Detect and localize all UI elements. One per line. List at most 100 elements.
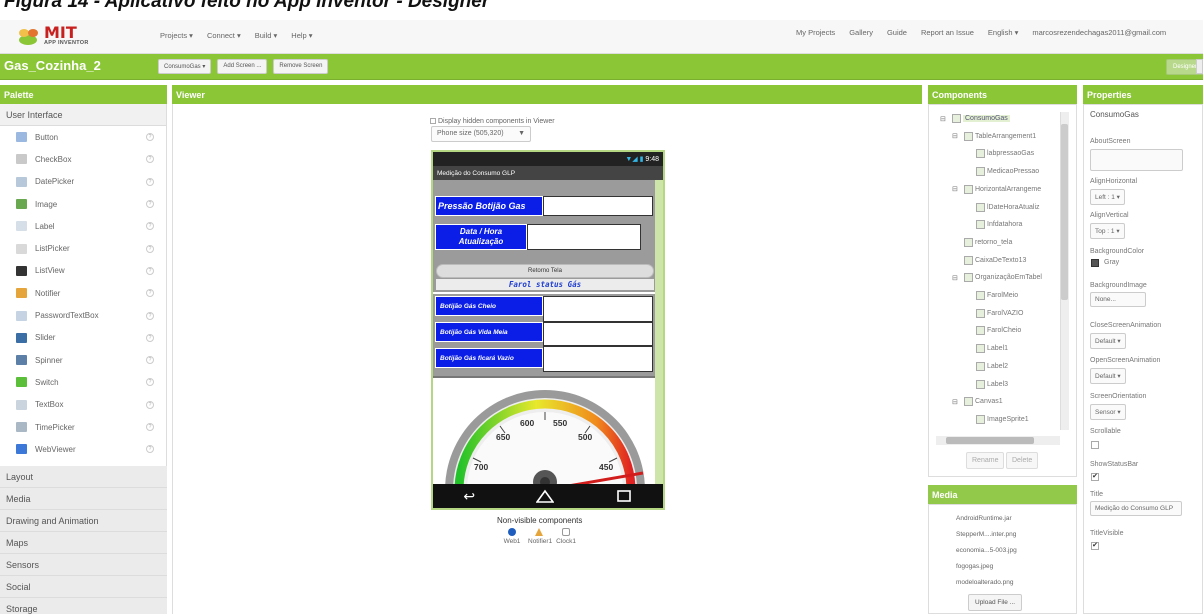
delete-button[interactable]: Delete <box>1006 452 1039 469</box>
rename-button[interactable]: Rename <box>966 452 1005 469</box>
help-icon[interactable]: ? <box>146 333 154 342</box>
palette-item-textbox[interactable]: TextBox? <box>0 394 166 416</box>
collapse-icon[interactable]: ⊟ <box>952 132 958 140</box>
tree-node[interactable]: FarolCheio <box>976 326 1021 336</box>
tree-node[interactable]: labpressaoGas <box>976 149 1034 159</box>
palette-item-image[interactable]: Image? <box>0 193 166 215</box>
report-issue-link[interactable]: Report an Issue <box>921 28 974 37</box>
category-maps[interactable]: Maps <box>0 532 167 554</box>
palette-item-checkbox[interactable]: CheckBox? <box>0 148 166 170</box>
help-icon[interactable]: ? <box>146 423 154 431</box>
media-file[interactable]: StepperM....inter.png <box>956 531 1016 538</box>
display-hidden-checkbox[interactable]: Display hidden components in Viewer <box>430 118 555 125</box>
retorno-tela-button[interactable]: Retorno Tela <box>436 264 654 278</box>
tree-hscroll-thumb[interactable] <box>946 437 1034 444</box>
category-layout[interactable]: Layout <box>0 466 167 488</box>
palette-item-slider[interactable]: Slider? <box>0 327 166 349</box>
full-status-light[interactable] <box>543 296 653 322</box>
palette-item-timepicker[interactable]: TimePicker? <box>0 416 166 438</box>
tree-node[interactable]: ⊟ Canvas1 <box>952 397 1003 407</box>
tree-node[interactable]: lDateHoraAtualiz <box>976 202 1040 212</box>
title-visible-checkbox[interactable]: ✔ <box>1091 542 1099 550</box>
tree-node[interactable]: Label1 <box>976 344 1008 354</box>
language-menu[interactable]: English ▾ <box>988 28 1018 37</box>
media-file[interactable]: AndroidRuntime.jar <box>956 515 1012 522</box>
collapse-icon[interactable]: ⊟ <box>952 185 958 193</box>
pressure-value[interactable] <box>543 196 653 216</box>
guide-link[interactable]: Guide <box>887 28 907 37</box>
help-icon[interactable]: ? <box>146 445 154 454</box>
add-screen-button[interactable]: Add Screen ... <box>217 59 268 74</box>
half-status-light[interactable] <box>543 322 653 346</box>
tree-node[interactable]: retorno_tela <box>964 237 1012 247</box>
background-color-swatch[interactable] <box>1091 259 1099 267</box>
build-menu[interactable]: Build ▾ <box>255 31 278 40</box>
notifier1-component[interactable]: Notifier1 <box>528 528 552 545</box>
tree-node[interactable]: Label3 <box>976 379 1008 389</box>
category-user-interface[interactable]: User Interface <box>0 104 166 126</box>
projects-menu[interactable]: Projects ▾ <box>160 31 193 40</box>
palette-item-listpicker[interactable]: ListPicker? <box>0 237 166 259</box>
half-status-label[interactable]: Botijão Gás Vida Meia <box>435 322 543 342</box>
back-icon[interactable]: ↩ <box>463 488 475 505</box>
help-icon[interactable]: ? <box>146 222 154 231</box>
help-icon[interactable]: ? <box>146 177 154 186</box>
phone-size-select[interactable]: Phone size (505,320) ▼ <box>431 126 531 142</box>
web1-component[interactable]: Web1 <box>501 528 523 545</box>
category-drawing-and-animation[interactable]: Drawing and Animation <box>0 510 167 532</box>
help-icon[interactable]: ? <box>146 311 154 320</box>
screen-dropdown[interactable]: ConsumoGas ▾ <box>158 59 212 74</box>
category-storage[interactable]: Storage <box>0 598 167 614</box>
help-icon[interactable]: ? <box>146 378 154 387</box>
category-media[interactable]: Media <box>0 488 167 510</box>
align-horizontal-select[interactable]: Left : 1 ▾ <box>1090 189 1125 205</box>
tree-node[interactable]: ⊟ OrganizaçãoEmTabel <box>952 273 1042 283</box>
palette-item-notifier[interactable]: Notifier? <box>0 282 166 304</box>
help-menu[interactable]: Help ▾ <box>291 31 312 40</box>
remove-screen-button[interactable]: Remove Screen <box>273 59 329 74</box>
pressure-label[interactable]: Pressão Botijão Gas <box>435 196 543 216</box>
upload-file-button[interactable]: Upload File ... <box>968 594 1023 611</box>
tree-scroll-thumb[interactable] <box>1061 124 1068 300</box>
home-icon[interactable] <box>535 489 554 503</box>
datetime-value[interactable] <box>527 224 641 250</box>
canvas-gauge[interactable]: 600 550 650 500 700 450 <box>433 376 663 486</box>
palette-item-passwordtextbox[interactable]: PasswordTextBox? <box>0 304 166 326</box>
help-icon[interactable]: ? <box>146 200 154 209</box>
help-icon[interactable]: ? <box>146 400 154 409</box>
blocks-button[interactable] <box>1196 59 1203 74</box>
media-file[interactable]: fogogas.jpeg <box>956 563 993 570</box>
tree-node[interactable]: FarolVAZIO <box>976 308 1023 318</box>
tree-node[interactable]: ⊟ HorizontalArrangeme <box>952 184 1041 194</box>
datetime-label[interactable]: Data / Hora Atualização <box>435 224 527 250</box>
collapse-icon[interactable]: ⊟ <box>952 398 958 406</box>
help-icon[interactable]: ? <box>146 133 154 142</box>
scrollable-checkbox[interactable] <box>1091 441 1099 449</box>
palette-item-label[interactable]: Label? <box>0 215 166 237</box>
palette-item-listview[interactable]: ListView? <box>0 260 166 282</box>
about-screen-input[interactable] <box>1090 149 1183 171</box>
empty-status-label[interactable]: Botijão Gás ficará Vazio <box>435 348 543 368</box>
tree-node[interactable]: Infdatahora <box>976 220 1022 230</box>
app-inventor-logo[interactable]: MIT APP INVENTOR <box>16 23 126 50</box>
tree-node[interactable]: MedicaoPressao <box>976 167 1039 177</box>
palette-item-datepicker[interactable]: DatePicker? <box>0 171 166 193</box>
collapse-icon[interactable]: ⊟ <box>952 274 958 282</box>
tree-node[interactable]: CaixaDeTexto13 <box>964 255 1026 265</box>
palette-item-webviewer[interactable]: WebViewer? <box>0 438 166 460</box>
help-icon[interactable]: ? <box>146 289 154 298</box>
help-icon[interactable]: ? <box>146 356 154 365</box>
account-email[interactable]: marcosrezendechagas2011@gmail.com <box>1032 28 1166 37</box>
category-social[interactable]: Social <box>0 576 167 598</box>
my-projects-link[interactable]: My Projects <box>796 28 835 37</box>
phone-scrollbar[interactable] <box>655 180 663 484</box>
screen-orientation-select[interactable]: Sensor ▾ <box>1090 404 1126 420</box>
media-file[interactable]: economia...5-003.jpg <box>956 547 1017 554</box>
category-sensors[interactable]: Sensors <box>0 554 167 576</box>
title-input[interactable]: Medição do Consumo GLP <box>1090 501 1182 516</box>
palette-item-spinner[interactable]: Spinner? <box>0 349 166 371</box>
tree-node[interactable]: ImageSprite1 <box>976 414 1029 424</box>
connect-menu[interactable]: Connect ▾ <box>207 31 241 40</box>
close-animation-select[interactable]: Default ▾ <box>1090 333 1126 349</box>
help-icon[interactable]: ? <box>146 155 154 164</box>
